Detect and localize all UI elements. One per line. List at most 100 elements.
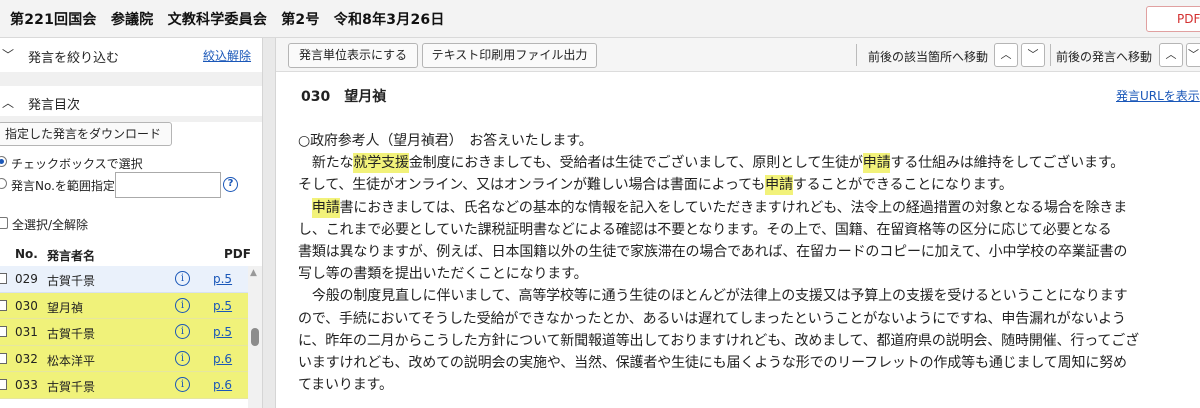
info-icon[interactable]: i — [175, 297, 190, 313]
speech-text-segment: 書類は異なりますが、例えば、日本国籍以外の生徒で家族滞在の場合であれば、在留カー… — [298, 243, 1128, 260]
search-highlight: 申請 — [862, 153, 891, 174]
radio-range-select-label: 発言No.を範囲指定 — [11, 179, 115, 193]
search-highlight: 申請 — [311, 197, 340, 218]
speech-url-link[interactable]: 発言URLを表示 — [1116, 87, 1200, 104]
speech-text-segment: に、昨年の二月からこうした方針について新聞報道等出しておりますけれども、改めまし… — [298, 332, 1139, 349]
search-highlight: 申請 — [765, 175, 793, 196]
speech-text-segment: いますけれども、改めての説明会の実施や、当然、保護者や生徒にも届くような形でのリ… — [298, 354, 1127, 371]
info-icon[interactable]: i — [175, 271, 190, 286]
scrollbar-thumb[interactable] — [251, 328, 259, 346]
search-highlight: 就学支援 — [353, 153, 409, 174]
speaker-name[interactable]: 古賀千景 — [47, 325, 95, 342]
speech-checkbox[interactable] — [0, 299, 7, 311]
speaker-name[interactable]: 望月禎 — [47, 299, 83, 316]
pdf-page-link[interactable]: p.5 — [213, 299, 232, 313]
info-icon[interactable]: i — [175, 350, 190, 366]
speech-text-segment: する仕組みは維持をしてございます。 — [890, 155, 1125, 172]
speech-body: ○政府参考人（望月禎君） お答えいたします。 新たな就学支援金制度におきましても… — [298, 130, 1200, 396]
speech-content: 030 望月禎 発言URLを表示 ○政府参考人（望月禎君） お答えいたします。 … — [276, 72, 1200, 408]
speech-text-segment — [298, 200, 312, 216]
speech-no: 032 — [15, 351, 38, 366]
speech-checkbox[interactable] — [0, 379, 7, 390]
speaker-name[interactable]: 古賀千景 — [47, 378, 95, 395]
radio-range-select[interactable] — [0, 178, 7, 189]
speech-no: 030 — [15, 298, 38, 313]
speech-toolbar: 発言単位表示にする テキスト印刷用ファイル出力 前後の該当箇所へ移動 ︿ ﹀ 前… — [276, 38, 1200, 72]
speech-line: に、昨年の二月からこうした方針について新聞報道等出しておりますけれども、改めまし… — [298, 330, 1200, 352]
filter-section-header[interactable]: ﹀ 発言を絞り込む 絞込解除 — [0, 38, 262, 72]
speech-line: いますけれども、改めての説明会の実施や、当然、保護者や生徒にも届くような形でのリ… — [298, 352, 1200, 374]
speech-header: 030 望月禎 — [301, 89, 387, 105]
speech-line: し、これまで必要としていた課税証明書などによる確認は不要となります。その上で、国… — [298, 219, 1200, 241]
list-item[interactable]: 030 望月禎 i p.5 — [0, 292, 248, 319]
list-item[interactable]: 031 古賀千景 i p.5 — [0, 319, 248, 346]
speech-line: 書類は異なりますが、例えば、日本国籍以外の生徒で家族滞在の場合であれば、在留カー… — [298, 241, 1200, 263]
match-nav-label: 前後の該当箇所へ移動 — [868, 50, 989, 64]
speech-nav-label: 前後の発言へ移動 — [1056, 50, 1153, 64]
pdf-download-button[interactable]: PDF — [1146, 6, 1200, 32]
chevron-up-icon[interactable]: ︿ — [2, 94, 14, 111]
speech-line: 今般の制度見直しに伴いまして、高等学校等に通う生徒のほとんどが法律上の支援又は予… — [298, 285, 1200, 307]
unit-display-button[interactable]: 発言単位表示にする — [288, 43, 418, 68]
speech-line: ので、手続においてそうした受給ができなかったとか、あるいは遅れてしまったというこ… — [298, 308, 1200, 330]
speech-text-segment: 書におきましては、氏名などの基本的な情報を記入をしていただきますけれども、法令上… — [339, 199, 1128, 216]
speech-line: 申請書におきましては、氏名などの基本的な情報を記入をしていただきますけれども、法… — [298, 197, 1200, 219]
list-item[interactable]: 032 松本洋平 i p.6 — [0, 345, 248, 372]
pdf-page-link[interactable]: p.5 — [213, 272, 232, 286]
speech-line: 写し等の書類を提出いただくことになります。 — [298, 263, 1200, 285]
column-header-name: 発言者名 — [47, 249, 96, 263]
speech-text-segment: ので、手続においてそうした受給ができなかったとか、あるいは遅れてしまったというこ… — [298, 310, 1126, 327]
pdf-page-link[interactable]: p.5 — [213, 325, 232, 339]
info-icon[interactable]: i — [175, 377, 190, 392]
text-export-button[interactable]: テキスト印刷用ファイル出力 — [422, 43, 597, 68]
page-title: 第221回国会 参議院 文教科学委員会 第2号 令和8年3月26日 — [10, 12, 445, 28]
pdf-button-label: PDF — [1177, 12, 1200, 26]
speech-no: 033 — [15, 378, 38, 392]
toolbar-separator — [856, 44, 857, 66]
toolbar-separator — [1050, 44, 1051, 66]
radio-checkbox-select[interactable] — [0, 156, 7, 167]
list-item[interactable]: 029 古賀千景 i p.5 — [0, 266, 248, 293]
speech-text-segment: そして、生徒がオンライン、又はオンラインが難しい場合は書面によっても — [298, 177, 766, 194]
pdf-page-link[interactable]: p.6 — [213, 352, 232, 366]
speech-line: てまいります。 — [298, 374, 1200, 396]
speech-text-segment: てまいります。 — [298, 377, 393, 394]
info-icon[interactable]: i — [175, 324, 190, 339]
speech-text-segment: することができることになります。 — [792, 177, 1013, 194]
range-input[interactable] — [115, 172, 221, 198]
speech-prev-button[interactable]: ︿ — [1159, 43, 1183, 67]
column-header-pdf: PDF — [224, 247, 251, 261]
list-item[interactable]: 033 古賀千景 i p.6 — [0, 372, 248, 399]
speech-no: 031 — [15, 325, 38, 339]
speaker-name[interactable]: 古賀千景 — [47, 272, 95, 289]
speech-next-button[interactable]: ﹀ — [1186, 43, 1200, 67]
header-bar: 第221回国会 参議院 文教科学委員会 第2号 令和8年3月26日 PDF — [0, 0, 1200, 38]
speech-text-segment: 今般の制度見直しに伴いまして、高等学校等に通う生徒のほとんどが法律上の支援又は予… — [298, 288, 1128, 305]
filter-reset-link[interactable]: 絞込解除 — [203, 47, 251, 64]
panel-divider[interactable] — [262, 38, 276, 408]
pdf-page-link[interactable]: p.6 — [213, 378, 232, 392]
download-selected-button[interactable]: 指定した発言をダウンロード — [0, 122, 172, 146]
match-prev-button[interactable]: ︿ — [994, 43, 1018, 67]
list-scrollbar[interactable]: ▲ — [248, 266, 262, 408]
speech-line: そして、生徒がオンライン、又はオンラインが難しい場合は書面によっても申請すること… — [298, 174, 1200, 196]
speech-checkbox[interactable] — [0, 326, 7, 337]
filter-label: 発言を絞り込む — [28, 51, 120, 66]
speech-checkbox[interactable] — [0, 273, 7, 284]
speech-text-segment: 新たな — [298, 155, 354, 172]
select-all-checkbox[interactable] — [0, 217, 8, 229]
chevron-down-icon[interactable]: ﹀ — [2, 46, 14, 63]
speaker-name[interactable]: 松本洋平 — [47, 352, 95, 369]
speech-text-segment: し、これまで必要としていた課税証明書などによる確認は不要となります。その上で、国… — [298, 221, 1112, 238]
help-icon[interactable]: ? — [223, 177, 238, 192]
radio-checkbox-select-label: チェックボックスで選択 — [11, 157, 143, 171]
speech-line: ○政府参考人（望月禎君） お答えいたします。 — [298, 130, 1200, 152]
left-panel: ﹀ 発言を絞り込む 絞込解除 ︿ 発言目次 指定した発言をダウンロード チェック… — [0, 38, 262, 408]
speech-line: 新たな就学支援金制度におきましても、受給者は生徒でございまして、原則として生徒が… — [298, 152, 1200, 174]
column-header-no: No. — [15, 247, 38, 261]
speech-checkbox[interactable] — [0, 352, 7, 364]
scroll-up-arrow-icon[interactable]: ▲ — [250, 268, 257, 278]
match-next-button[interactable]: ﹀ — [1021, 43, 1045, 67]
select-all-label: 全選択/全解除 — [12, 218, 89, 232]
toc-section-header[interactable]: ︿ 発言目次 — [0, 86, 262, 116]
